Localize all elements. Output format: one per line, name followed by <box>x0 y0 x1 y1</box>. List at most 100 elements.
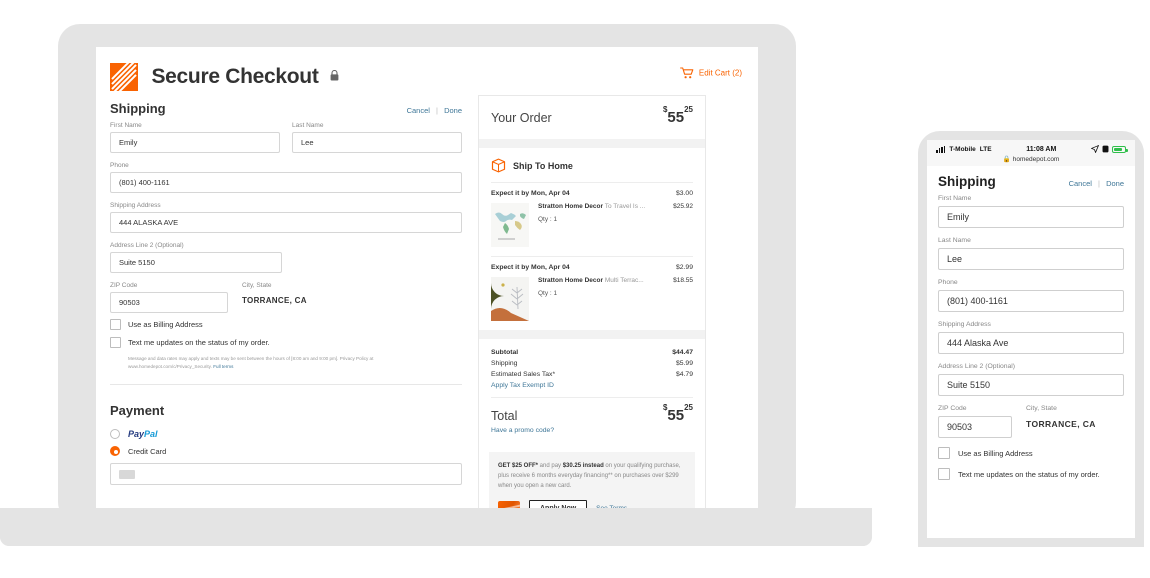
promo-code-link[interactable]: Have a promo code? <box>491 427 693 434</box>
edit-cart-link[interactable]: Edit Cart (2) <box>679 67 742 79</box>
phone-screen: T-Mobile LTE 11:08 AM 🔒 homedepot.com Sh… <box>927 140 1135 538</box>
phone-citystate-value: TORRANCE, CA <box>1026 419 1096 429</box>
order-item-body: Stratton Home Decor To Travel Is ... $25… <box>538 203 693 247</box>
order-summary-header: Your Order $5525 <box>479 96 705 139</box>
text-updates-checkbox-row[interactable]: Text me updates on the status of my orde… <box>110 337 462 348</box>
package-box-icon <box>491 158 506 173</box>
phone-zip-input[interactable]: 90503 <box>938 416 1012 438</box>
text-updates-checkbox[interactable] <box>110 337 121 348</box>
first-name-input[interactable]: Emily <box>110 132 280 153</box>
shipment-group-header: Expect it by Mon, Apr 04 $2.99 <box>491 264 693 271</box>
phone-phone-input[interactable]: (801) 400-1161 <box>938 290 1124 312</box>
shipping-address-input[interactable]: 444 ALASKA AVE <box>110 212 462 233</box>
grand-total-row: Total $5525 <box>491 403 693 424</box>
legal-disclaimer: Message and data rates may apply and tex… <box>128 355 448 370</box>
last-name-input[interactable]: Lee <box>292 132 462 153</box>
home-depot-logo <box>110 63 138 91</box>
credit-card-option-row[interactable]: Credit Card <box>110 446 462 457</box>
status-icons <box>1091 145 1128 153</box>
phone-text-updates-checkbox-row[interactable]: Text me updates on the status of my orde… <box>938 468 1124 480</box>
last-name-field: Last Name Lee <box>292 122 462 153</box>
billing-address-checkbox-row[interactable]: Use as Billing Address <box>110 319 462 330</box>
cancel-link[interactable]: Cancel <box>407 106 430 115</box>
phone-shipping-header: Shipping Cancel | Done <box>927 166 1135 193</box>
phone-billing-address-checkbox[interactable] <box>938 447 950 459</box>
phone-phone-label: Phone <box>938 279 958 286</box>
address-line-2-input[interactable]: Suite 5150 <box>110 252 282 273</box>
order-item-brand: Stratton Home Decor <box>538 203 604 210</box>
subtotal-label: Subtotal <box>491 349 519 356</box>
phone-shipping-address-input[interactable]: 444 Alaska Ave <box>938 332 1124 354</box>
order-total-top: $5525 <box>663 105 693 126</box>
credit-card-number-input[interactable] <box>110 463 462 486</box>
section-divider <box>110 384 462 386</box>
battery-charging-icon <box>1112 145 1128 153</box>
network-type: LTE <box>979 145 992 153</box>
edit-cart-label: Edit Cart (2) <box>698 68 742 78</box>
order-total-dollars: 55 <box>667 109 685 126</box>
shipping-form-column: Shipping Cancel | Done First Name Emily … <box>110 95 462 508</box>
full-terms-link[interactable]: Full terms <box>213 364 233 369</box>
card-brand-icon <box>119 469 135 479</box>
paypal-logo-part1: Pay <box>128 429 145 440</box>
laptop-base <box>0 508 872 546</box>
billing-address-label: Use as Billing Address <box>128 320 203 329</box>
phone-billing-address-checkbox-row[interactable]: Use as Billing Address <box>938 447 1124 459</box>
phone-address-line-2-input[interactable]: Suite 5150 <box>938 374 1124 396</box>
tax-row: Estimated Sales Tax* $4.79 <box>491 371 693 378</box>
grand-total-label: Total <box>491 409 518 423</box>
phone-done-link[interactable]: Done <box>1106 179 1124 188</box>
order-item: Stratton Home Decor Multi Terrac... $18.… <box>491 277 693 321</box>
phone-status-bar: T-Mobile LTE 11:08 AM 🔒 homedepot.com <box>927 140 1135 166</box>
order-item-title-row: Stratton Home Decor Multi Terrac... $18.… <box>538 277 693 286</box>
shipping-actions: Cancel | Done <box>407 106 462 115</box>
done-link[interactable]: Done <box>444 106 462 115</box>
zip-input[interactable]: 90503 <box>110 292 228 313</box>
phone-cancel-link[interactable]: Cancel <box>1069 179 1092 188</box>
shipping-section-header: Shipping Cancel | Done <box>110 95 462 122</box>
lock-icon: 🔒 <box>1002 156 1011 163</box>
terracotta-wall-art-thumbnail <box>491 277 529 321</box>
alarm-icon <box>1102 145 1109 153</box>
tax-label: Estimated Sales Tax* <box>491 371 556 378</box>
phone-address-line-2-field: Address Line 2 (Optional) Suite 5150 <box>938 363 1124 396</box>
phone-phone-field: Phone (801) 400-1161 <box>938 279 1124 312</box>
paypal-logo: PayPal <box>128 429 158 439</box>
phone-action-divider: | <box>1098 179 1100 188</box>
apply-tax-exempt-link[interactable]: Apply Tax Exempt ID <box>491 382 693 389</box>
phone-text-updates-checkbox[interactable] <box>938 468 950 480</box>
summary-gap-divider-2 <box>479 330 705 339</box>
credit-card-radio[interactable] <box>110 446 120 457</box>
order-item-name: Stratton Home Decor To Travel Is ... <box>538 203 645 212</box>
shipment-fee: $3.00 <box>675 190 693 197</box>
apply-now-button[interactable]: Apply Now <box>529 499 588 508</box>
order-item: Stratton Home Decor To Travel Is ... $25… <box>491 203 693 247</box>
order-item-body: Stratton Home Decor Multi Terrac... $18.… <box>538 277 693 321</box>
phone-text-updates-label: Text me updates on the status of my orde… <box>958 469 1100 479</box>
phone-field: Phone (801) 400-1161 <box>110 162 462 193</box>
phone-shipping-title: Shipping <box>938 174 996 189</box>
paypal-option-row[interactable]: PayPal <box>110 429 462 440</box>
phone-input[interactable]: (801) 400-1161 <box>110 172 462 193</box>
offer-text: GET $25 OFF* and pay $30.25 instead on y… <box>498 461 686 492</box>
phone-last-name-field: Last Name Lee <box>938 237 1124 270</box>
phone-zip-label: ZIP Code <box>938 405 967 412</box>
screenshot-stage: Secure Checkout Edit Cart (2) Shipping C… <box>0 0 1150 578</box>
shipment-group-header: Expect it by Mon, Apr 04 $3.00 <box>491 190 693 197</box>
browser-url-bar[interactable]: 🔒 homedepot.com <box>936 155 1126 163</box>
zip-field: ZIP Code 90503 <box>110 282 228 313</box>
phone-first-name-input[interactable]: Emily <box>938 206 1124 228</box>
phone-last-name-input[interactable]: Lee <box>938 248 1124 270</box>
paypal-logo-part2: Pal <box>144 429 158 440</box>
see-terms-link[interactable]: See Terms <box>596 505 627 508</box>
paypal-radio[interactable] <box>110 429 120 440</box>
desktop-browser-screen: Secure Checkout Edit Cart (2) Shipping C… <box>96 47 758 508</box>
currency-symbol: $ <box>662 105 668 114</box>
phone-zip-field: ZIP Code 90503 <box>938 405 1012 438</box>
phone-billing-address-label: Use as Billing Address <box>958 448 1033 458</box>
address-line-2-field: Address Line 2 (Optional) Suite 5150 <box>110 242 282 273</box>
billing-address-checkbox[interactable] <box>110 319 121 330</box>
shipment-eta: Expect it by Mon, Apr 04 <box>491 190 570 197</box>
offer-bold-2: $30.25 instead <box>562 463 604 469</box>
shipping-cost-value: $5.99 <box>675 360 693 367</box>
